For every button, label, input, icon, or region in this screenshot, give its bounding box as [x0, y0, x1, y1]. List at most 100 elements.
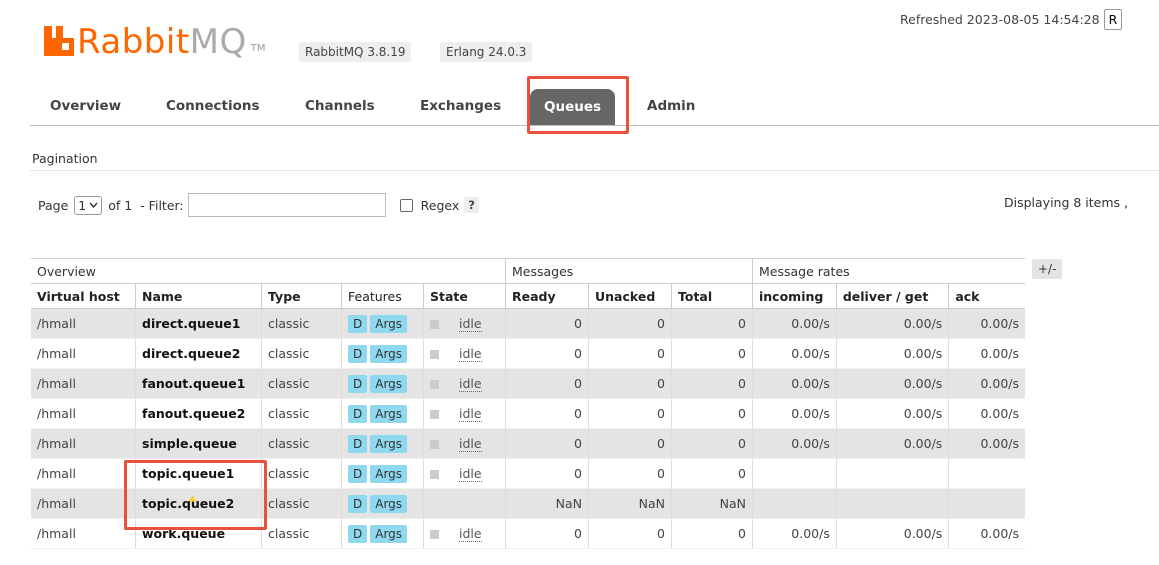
- queue-name-link[interactable]: direct.queue1: [135, 308, 262, 339]
- rate-incoming: [752, 458, 837, 489]
- feature-args-badge[interactable]: Args: [370, 464, 408, 483]
- rate-ack: 0.00/s: [948, 308, 1025, 339]
- tab-connections[interactable]: Connections: [166, 87, 260, 125]
- col-unacked[interactable]: Unacked: [588, 283, 672, 309]
- messages-ready: 0: [505, 518, 589, 549]
- page-select[interactable]: 1: [74, 195, 103, 215]
- logo-trademark: TM: [250, 43, 266, 54]
- queue-type: classic: [261, 368, 342, 399]
- table-row: /hmall topic.queue1 classic D Args idle 0 0 0: [31, 458, 1025, 489]
- feature-args-badge[interactable]: Args: [370, 404, 408, 423]
- messages-ready: 0: [505, 308, 589, 339]
- queue-vhost: /hmall: [31, 488, 136, 519]
- queue-vhost: /hmall: [31, 518, 136, 549]
- pagination-heading[interactable]: Pagination: [32, 151, 98, 166]
- feature-durable-badge[interactable]: D: [348, 344, 368, 363]
- feature-args-badge[interactable]: Args: [370, 524, 408, 543]
- queue-state[interactable]: idle: [459, 376, 482, 392]
- rate-incoming: 0.00/s: [752, 398, 837, 429]
- col-features[interactable]: Features: [341, 283, 424, 309]
- queue-state[interactable]: idle: [459, 406, 482, 422]
- messages-ready: NaN: [505, 488, 589, 519]
- queue-state-cell: idle: [423, 368, 506, 399]
- rate-incoming: [752, 488, 837, 519]
- queue-name-link[interactable]: fanout.queue2: [135, 398, 262, 429]
- col-type[interactable]: Type: [261, 283, 342, 309]
- table-row: /hmall fanout.queue1 classic D Args idle 0 0 0 0.…: [31, 368, 1025, 399]
- state-indicator-icon: [430, 350, 439, 359]
- queue-name-link[interactable]: topic.queue2: [135, 488, 262, 519]
- col-virtual-host[interactable]: Virtual host: [31, 283, 136, 309]
- messages-unacked: 0: [588, 338, 672, 369]
- tab-exchanges[interactable]: Exchanges: [420, 87, 501, 125]
- queue-features: D Args: [341, 518, 424, 549]
- queue-name-link[interactable]: topic.queue1: [135, 458, 262, 489]
- col-name[interactable]: Name: [135, 283, 262, 309]
- rabbitmq-logo[interactable]: RabbitMQ TM: [44, 18, 266, 62]
- queue-state[interactable]: idle: [459, 466, 482, 482]
- messages-unacked: 0: [588, 428, 672, 459]
- queue-state-cell: idle: [423, 398, 506, 429]
- main-nav-tabs: Overview Connections Channels Exchanges …: [30, 87, 1159, 126]
- queues-table: Overview Messages Message rates Virtual …: [31, 258, 1025, 549]
- messages-ready: 0: [505, 338, 589, 369]
- queue-name-link[interactable]: work.queue: [135, 518, 262, 549]
- queue-features: D Args: [341, 368, 424, 399]
- regex-label: Regex: [420, 197, 460, 213]
- state-indicator-icon: [430, 380, 439, 389]
- queue-vhost: /hmall: [31, 368, 136, 399]
- queue-name-link[interactable]: fanout.queue1: [135, 368, 262, 399]
- table-row: /hmall fanout.queue2 classic D Args idle 0 0 0 0.…: [31, 398, 1025, 429]
- feature-durable-badge[interactable]: D: [348, 404, 368, 423]
- col-deliver-get[interactable]: deliver / get: [835, 283, 949, 309]
- feature-durable-badge[interactable]: D: [348, 524, 368, 543]
- erlang-version: Erlang 24.0.3: [440, 42, 533, 62]
- feature-durable-badge[interactable]: D: [348, 374, 368, 393]
- filter-input[interactable]: [187, 193, 386, 217]
- messages-total: 0: [671, 518, 753, 549]
- queue-vhost: /hmall: [31, 398, 136, 429]
- queue-vhost: /hmall: [31, 458, 136, 489]
- feature-durable-badge[interactable]: D: [348, 314, 368, 333]
- queue-name-link[interactable]: simple.queue: [135, 428, 262, 459]
- messages-ready: 0: [505, 368, 589, 399]
- feature-args-badge[interactable]: Args: [370, 494, 408, 513]
- feature-args-badge[interactable]: Args: [370, 344, 408, 363]
- feature-args-badge[interactable]: Args: [370, 374, 408, 393]
- queue-features: D Args: [341, 458, 424, 489]
- queue-type: classic: [261, 458, 342, 489]
- tab-channels[interactable]: Channels: [305, 87, 375, 125]
- queue-state[interactable]: idle: [459, 316, 482, 332]
- queue-vhost: /hmall: [31, 428, 136, 459]
- col-state[interactable]: State: [423, 283, 506, 309]
- rate-ack: 0.00/s: [948, 518, 1025, 549]
- table-row: /hmall simple.queue classic D Args idle 0 0 0 0.0…: [31, 428, 1025, 459]
- refresh-interval-select[interactable]: R: [1103, 9, 1123, 30]
- tab-admin[interactable]: Admin: [647, 87, 695, 125]
- col-total[interactable]: Total: [671, 283, 753, 309]
- tab-queues[interactable]: Queues: [530, 89, 616, 125]
- rate-deliver-get: [835, 488, 949, 519]
- queue-state[interactable]: idle: [459, 346, 482, 362]
- messages-total: 0: [671, 458, 753, 489]
- regex-checkbox[interactable]: [399, 198, 413, 212]
- queue-state[interactable]: idle: [459, 436, 482, 452]
- messages-unacked: 0: [588, 398, 672, 429]
- tab-overview[interactable]: Overview: [50, 87, 121, 125]
- queue-name-link[interactable]: direct.queue2: [135, 338, 262, 369]
- feature-args-badge[interactable]: Args: [370, 434, 408, 453]
- group-messages: Messages: [505, 258, 753, 284]
- filter-label: - Filter:: [140, 197, 184, 213]
- regex-help-button[interactable]: ?: [464, 197, 479, 213]
- queue-vhost: /hmall: [31, 308, 136, 339]
- feature-durable-badge[interactable]: D: [348, 434, 368, 453]
- messages-ready: 0: [505, 428, 589, 459]
- queue-state[interactable]: idle: [459, 526, 482, 542]
- column-toggle-button[interactable]: +/-: [1032, 259, 1063, 279]
- feature-durable-badge[interactable]: D: [348, 464, 368, 483]
- col-ready[interactable]: Ready: [505, 283, 589, 309]
- col-incoming[interactable]: incoming: [752, 283, 837, 309]
- feature-durable-badge[interactable]: D: [348, 494, 368, 513]
- col-ack[interactable]: ack: [948, 283, 1025, 309]
- feature-args-badge[interactable]: Args: [370, 314, 408, 333]
